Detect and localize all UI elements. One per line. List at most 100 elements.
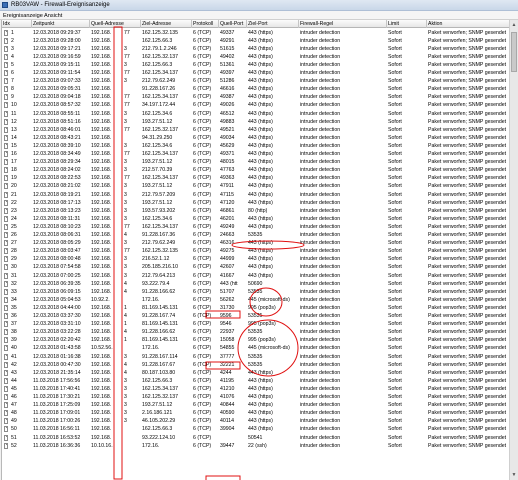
table-row[interactable]: 47 11.03.2018 17:25:09 192.168. 3 193.27.51.… <box>2 401 510 409</box>
table-row[interactable]: 4 12.03.2018 09:16:59 192.168. 77 162.125.32… <box>2 53 510 61</box>
table-row[interactable]: 13 12.03.2018 08:46:01 192.168. 77 162.125.3… <box>2 126 510 134</box>
table-row[interactable]: 49 11.03.2018 17:00:26 192.168. 3 46.105.202… <box>2 417 510 425</box>
table-row[interactable]: 48 11.03.2018 17:09:01 192.168. 3 2.16.186.1… <box>2 409 510 417</box>
cell-time: 11.03.2018 17:40:41 <box>33 385 81 392</box>
table-row[interactable]: 34 12.03.2018 05:04:53 10.92.2. 172.16. 6 (T… <box>2 296 510 304</box>
table-row[interactable]: 21 12.03.2018 08:19:21 192.168. 3 212.79.57.… <box>2 191 510 199</box>
table-row[interactable]: 36 12.03.2018 03:37:30 192.168. 4 91.228.167… <box>2 312 510 320</box>
table-row[interactable]: 17 12.03.2018 08:29:34 192.168. 3 193.27.51.… <box>2 158 510 166</box>
table-row[interactable]: 31 12.03.2018 07:00:25 192.168. 3 212.79.64.… <box>2 272 510 280</box>
col-header-limit[interactable]: Limit <box>387 20 427 28</box>
table-row[interactable]: 39 12.03.2018 02:20:42 192.168. 1 81.169.145… <box>2 336 510 344</box>
col-header-destination-port[interactable]: Ziel-Port <box>247 20 299 28</box>
cell-destination: 2.16.186.121 <box>142 410 173 417</box>
cell-idx: 51 <box>2 434 32 442</box>
table-row[interactable]: 9 12.03.2018 09:04:18 192.168. 77 162.125.34… <box>2 93 510 101</box>
cell-destination-port: 53535 <box>248 329 263 336</box>
cell-rule: intruder detection <box>300 29 341 36</box>
col-header-rule[interactable]: Firewall-Regel <box>299 20 387 28</box>
table-row[interactable]: 25 12.03.2018 08:10:23 192.168. 77 162.125.3… <box>2 223 510 231</box>
table-row[interactable]: 18 12.03.2018 08:24:02 192.168. 3 212.57.70.… <box>2 166 510 174</box>
col-header-idx[interactable]: Idx <box>2 20 32 28</box>
table-row[interactable]: 40 12.03.2018 01:43:58 10.52.56. 172.16. 6 (… <box>2 344 510 352</box>
cell-idx: 8 <box>2 85 32 93</box>
table-row[interactable]: 50 11.03.2018 16:56:11 192.168. 162.125.66.… <box>2 425 510 433</box>
table-row[interactable]: 24 12.03.2018 08:11:31 192.168. 3 162.125.34… <box>2 215 510 223</box>
cell-limit: Sofort <box>388 45 402 52</box>
table-row[interactable]: 8 12.03.2018 09:05:31 192.168. 91.228.167.2… <box>2 85 510 93</box>
table-row[interactable]: 52 11.03.2018 16:36:36 10.10.16. 172.16. 6 (… <box>2 442 510 450</box>
scroll-down-icon[interactable]: ▼ <box>511 471 517 479</box>
table-row[interactable]: 11 12.03.2018 08:55:11 192.168. 3 162.125.34… <box>2 110 510 118</box>
cell-destination: 94.31.29.250 <box>142 134 173 141</box>
cell-time: 12.03.2018 03:22:28 <box>33 329 81 336</box>
table-row[interactable]: 37 12.03.2018 03:31:10 192.168. 1 81.169.145… <box>2 320 510 328</box>
table-row[interactable]: 10 12.03.2018 08:57:32 192.168. 77 34.197.17… <box>2 101 510 109</box>
cell-protocol: 6 (TCP) <box>193 207 212 214</box>
table-row[interactable]: 20 12.03.2018 08:21:02 192.168. 3 193.27.51.… <box>2 182 510 190</box>
table-row[interactable]: 2 12.03.2018 09:28:00 192.168. 162.125.66.3… <box>2 37 510 45</box>
cell-source: 192.168. 3 <box>91 353 127 360</box>
table-row[interactable]: 12 12.03.2018 08:51:16 192.168. 3 193.27.51.… <box>2 118 510 126</box>
cell-action: Paket verworfen; SNMP gesendet <box>428 53 507 60</box>
table-row[interactable]: 15 12.03.2018 08:39:10 192.168. 3 162.125.34… <box>2 142 510 150</box>
table-row[interactable]: 5 12.03.2018 09:15:11 192.168. 3 162.125.66.… <box>2 61 510 69</box>
cell-protocol: 6 (TCP) <box>193 434 212 441</box>
vertical-scrollbar[interactable]: ▲ ▼ <box>509 20 518 480</box>
table-row[interactable]: 22 12.03.2018 08:17:13 192.168. 3 193.27.51.… <box>2 199 510 207</box>
table-row[interactable]: 29 12.03.2018 08:00:48 192.168. 3 216.52.1.1… <box>2 255 510 263</box>
cell-rule: intruder detection <box>300 377 341 384</box>
table-row[interactable]: 28 12.03.2018 08:03:47 192.168. 77 162.125.3… <box>2 247 510 255</box>
cell-destination: 162.125.32.135 <box>142 248 179 255</box>
cell-source-port: 40114 <box>220 418 235 425</box>
cell-limit: Sofort <box>388 337 402 344</box>
table-row[interactable]: 19 12.03.2018 08:22:53 192.168. 77 162.125.3… <box>2 174 510 182</box>
col-header-source-port[interactable]: Quell-Port <box>219 20 247 28</box>
scroll-up-icon[interactable]: ▲ <box>511 21 517 29</box>
cell-rule: intruder detection <box>300 78 341 85</box>
cell-idx: 17 <box>2 158 32 166</box>
table-row[interactable]: 43 12.03.2018 21:35:14 192.168. 4 80.187.103… <box>2 369 510 377</box>
cell-time: 12.03.2018 09:11:54 <box>33 70 81 76</box>
cell-source: 192.168. 77 <box>91 102 130 109</box>
table-row[interactable]: 3 12.03.2018 09:17:21 192.168. 3 212.79.1.2.… <box>2 45 510 53</box>
table-row[interactable]: 1 12.03.2018 09:29:37 192.168. 77 162.125.32… <box>2 29 510 37</box>
table-row[interactable]: 44 11.03.2018 17:56:56 192.168. 3 162.125.66… <box>2 377 510 385</box>
table-row[interactable]: 14 12.03.2018 08:43:21 192.168. 94.31.29.25… <box>2 134 510 142</box>
table-row[interactable]: 30 12.03.2018 07:54:58 192.168. 3 205.185.21… <box>2 263 510 271</box>
col-header-destination[interactable]: Ziel-Adresse <box>141 20 192 28</box>
table-row[interactable]: 46 11.03.2018 17:30:21 192.168. 3 162.125.32… <box>2 393 510 401</box>
table-row[interactable]: 16 12.03.2018 08:34:49 192.168. 77 162.125.3… <box>2 150 510 158</box>
cell-source-port: 22937 <box>220 329 235 336</box>
col-header-time[interactable]: Zeitpunkt <box>32 20 90 28</box>
menu-ereignisanzeige[interactable]: Ereignisanzeige <box>3 13 43 19</box>
table-row[interactable]: 45 11.03.2018 17:40:41 192.168. 3 162.125.34… <box>2 385 510 393</box>
event-document-icon <box>4 345 8 352</box>
menu-ansicht[interactable]: Ansicht <box>44 13 62 19</box>
table-row[interactable]: 33 12.03.2018 06:09:15 192.168. 4 91.228.166… <box>2 288 510 296</box>
event-document-icon <box>4 434 8 441</box>
table-row[interactable]: 41 12.03.2018 01:16:38 192.168. 3 91.228.167… <box>2 353 510 361</box>
scroll-thumb[interactable] <box>511 32 517 72</box>
table-row[interactable]: 32 12.03.2018 06:39:35 192.168. 4 93.222.79.… <box>2 280 510 288</box>
cell-source: 192.168. 4 <box>91 232 127 238</box>
cell-protocol: 6 (TCP) <box>193 118 212 125</box>
table-row[interactable]: 23 12.03.2018 08:13:23 192.168. 3 193.57.93.… <box>2 207 510 215</box>
table-row[interactable]: 42 12.03.2018 00:47:30 192.168. 4 91.228.167… <box>2 361 510 369</box>
col-header-action[interactable]: Aktion <box>427 20 510 28</box>
cell-source-port: 51707 <box>220 288 235 295</box>
table-row[interactable]: 35 12.03.2018 04:44:00 192.168. 1 81.169.145… <box>2 304 510 312</box>
col-header-source[interactable]: Quell-Adresse <box>90 20 141 28</box>
cell-protocol: 6 (TCP) <box>193 329 212 336</box>
table-row[interactable]: 38 12.03.2018 03:22:28 192.168. 4 91.228.166… <box>2 328 510 336</box>
col-header-protocol[interactable]: Protokoll <box>192 20 219 28</box>
table-row[interactable]: 51 11.03.2018 16:53:52 192.168. 93.222.124.… <box>2 434 510 442</box>
cell-protocol: 6 (TCP) <box>193 296 212 303</box>
cell-limit: Sofort <box>388 183 402 190</box>
table-row[interactable]: 6 12.03.2018 09:11:54 192.168. 77 162.125.34… <box>2 69 510 77</box>
table-row[interactable]: 7 12.03.2018 09:07:33 192.168. 3 212.79.62.2… <box>2 77 510 85</box>
cell-protocol: 6 (TCP) <box>193 86 212 93</box>
table-row[interactable]: 26 12.03.2018 08:06:31 192.168. 4 91.228.167… <box>2 231 510 239</box>
table-row[interactable]: 27 12.03.2018 08:05:29 192.168. 3 212.79.62.… <box>2 239 510 247</box>
cell-source-port: 24663 <box>220 232 235 238</box>
